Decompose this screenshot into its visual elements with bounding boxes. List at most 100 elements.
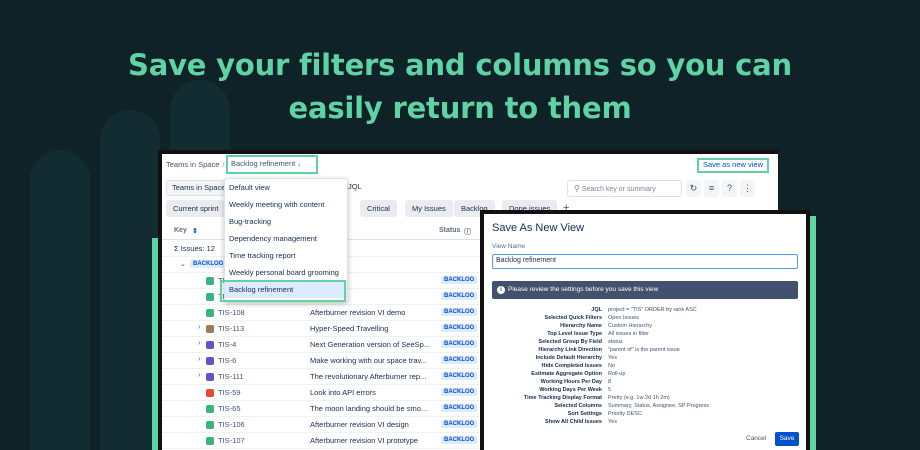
story-icon: [206, 437, 214, 445]
status-badge[interactable]: BACKLOG: [441, 420, 478, 428]
setting-value: No: [608, 363, 616, 369]
background-column: [100, 110, 160, 450]
menu-item-dependency-management[interactable]: Dependency management: [225, 230, 347, 247]
view-selector-label: Backlog refinement ↓: [231, 159, 302, 168]
setting-value: status: [608, 339, 623, 345]
quick-filter-current-sprint[interactable]: Current sprint: [166, 200, 226, 217]
chevron-down-icon[interactable]: ⌄: [180, 260, 186, 268]
status-badge[interactable]: BACKLOG: [441, 356, 478, 364]
setting-key: Hierarchy Link Direction: [538, 347, 602, 353]
initiative-icon: [206, 325, 214, 333]
headline: Save your filters and columns so you can…: [0, 44, 920, 130]
setting-value: Custom Hierarchy: [608, 323, 653, 329]
setting-key: Top Level Issue Type: [547, 331, 602, 337]
epic-icon: [206, 373, 214, 381]
quick-filter-my-issues[interactable]: My Issues: [405, 200, 453, 217]
setting-value: Open Issues: [608, 315, 639, 321]
setting-key: Include Default Hierarchy: [535, 355, 602, 361]
status-badge[interactable]: BACKLOG: [441, 388, 478, 396]
issue-key[interactable]: TIS-59: [218, 388, 241, 397]
issue-key[interactable]: TIS-108: [218, 308, 245, 317]
issue-key[interactable]: TIS-4: [218, 340, 236, 349]
cancel-button[interactable]: Cancel: [746, 435, 766, 442]
chevron-right-icon[interactable]: ›: [198, 356, 200, 363]
menu-item-bug-tracking[interactable]: Bug-tracking: [225, 213, 347, 230]
issue-summary: Look into API errors: [310, 388, 376, 397]
setting-row: JQL project = "TIS" ORDER by rank ASC: [484, 306, 806, 314]
sort-icon[interactable]: ≡: [704, 180, 719, 197]
info-banner: i Please review the settings before you …: [492, 281, 798, 299]
menu-item-weekly-personal-grooming[interactable]: Weekly personal board grooming: [225, 264, 347, 281]
setting-row: Time Tracking Display Format Pretty (e.g.…: [484, 394, 806, 402]
menu-item-time-tracking-report[interactable]: Time tracking report: [225, 247, 347, 264]
refresh-icon[interactable]: ↻: [686, 180, 701, 197]
help-icon[interactable]: ?: [722, 180, 737, 197]
setting-value: Yes: [608, 355, 617, 361]
column-info-icon[interactable]: ⓘ: [464, 227, 471, 237]
issue-key[interactable]: TIS-113: [218, 324, 244, 333]
breadcrumb: Teams in Space /: [166, 160, 227, 169]
status-badge[interactable]: BACKLOG: [441, 404, 478, 412]
setting-value: 8: [608, 379, 612, 385]
column-key[interactable]: Key: [174, 227, 187, 234]
issue-key[interactable]: TIS-111: [218, 372, 244, 381]
more-icon[interactable]: ⋮: [740, 180, 755, 197]
info-icon: i: [497, 286, 505, 294]
setting-value: project = "TIS" ORDER by rank ASC: [608, 307, 697, 313]
sort-arrows-icon[interactable]: ⇕: [192, 227, 198, 235]
status-badge[interactable]: BACKLOG: [441, 292, 478, 300]
status-badge[interactable]: BACKLOG: [441, 372, 478, 380]
quick-filter-critical[interactable]: Critical: [360, 200, 397, 217]
chevron-right-icon[interactable]: ›: [198, 340, 200, 347]
view-selector[interactable]: Backlog refinement ↓: [226, 155, 318, 174]
story-icon: [206, 421, 214, 429]
breadcrumb-space[interactable]: Teams in Space: [166, 160, 219, 169]
selected-view-highlight: [220, 280, 346, 302]
issue-key[interactable]: TIS-65: [218, 404, 241, 413]
issue-summary: The moon landing should be smo...: [310, 404, 428, 413]
setting-key: Time Tracking Display Format: [523, 395, 602, 401]
info-banner-text: Please review the settings before you sa…: [508, 286, 659, 293]
setting-row: Estimate Aggregate Option Roll-up: [484, 370, 806, 378]
menu-item-default-view[interactable]: Default view: [225, 179, 347, 196]
issues-count: Σ Issues: 12: [174, 244, 215, 253]
save-as-new-view-button[interactable]: Save as new view: [697, 158, 769, 173]
story-icon: [206, 277, 214, 285]
status-badge[interactable]: BACKLOG: [441, 436, 478, 444]
status-badge[interactable]: BACKLOG: [441, 324, 478, 332]
menu-item-weekly-meeting[interactable]: Weekly meeting with content: [225, 196, 347, 213]
setting-value: Roll-up: [608, 371, 626, 377]
story-icon: [206, 309, 214, 317]
status-badge[interactable]: BACKLOG: [441, 340, 478, 348]
setting-row: Show All Child Issues Yes: [484, 418, 806, 426]
column-status[interactable]: Status: [439, 227, 460, 234]
setting-value: Priority DESC: [608, 411, 642, 417]
dialog-title: Save As New View: [492, 222, 585, 234]
save-button[interactable]: Save: [775, 432, 799, 446]
setting-key: Hierarchy Name: [560, 323, 602, 329]
setting-value: Summary, Status, Assignee, SP Progress: [608, 403, 709, 409]
chevron-right-icon[interactable]: ›: [198, 372, 200, 379]
setting-row: Working Days Per Week 5: [484, 386, 806, 394]
setting-value: Yes: [608, 419, 617, 425]
setting-row: Top Level Issue Type All issues in filter: [484, 330, 806, 338]
search-input[interactable]: ⚲ Search key or summary: [567, 180, 682, 197]
story-icon: [206, 405, 214, 413]
search-icon: ⚲: [574, 184, 580, 193]
issue-summary: Afterburner revision VI prototype: [310, 436, 418, 445]
project-selector[interactable]: Teams in Space: [166, 180, 232, 196]
epic-icon: [206, 341, 214, 349]
issue-summary: The revolutionary Afterburner rep...: [310, 372, 427, 381]
setting-key: Working Hours Per Day: [540, 379, 602, 385]
chevron-right-icon[interactable]: ›: [198, 324, 200, 331]
setting-key: Hide Completed Issues: [541, 363, 602, 369]
view-name-input[interactable]: Backlog refinement: [492, 254, 798, 269]
issue-key[interactable]: TIS-106: [218, 420, 245, 429]
headline-line-2: easily return to them: [288, 91, 632, 125]
issue-key[interactable]: TIS-107: [218, 436, 245, 445]
jql-button[interactable]: JQL: [348, 182, 362, 191]
status-badge[interactable]: BACKLOG: [441, 308, 478, 316]
status-badge[interactable]: BACKLOG: [441, 276, 478, 284]
issue-key[interactable]: TIS-6: [218, 356, 236, 365]
story-icon: [206, 293, 214, 301]
